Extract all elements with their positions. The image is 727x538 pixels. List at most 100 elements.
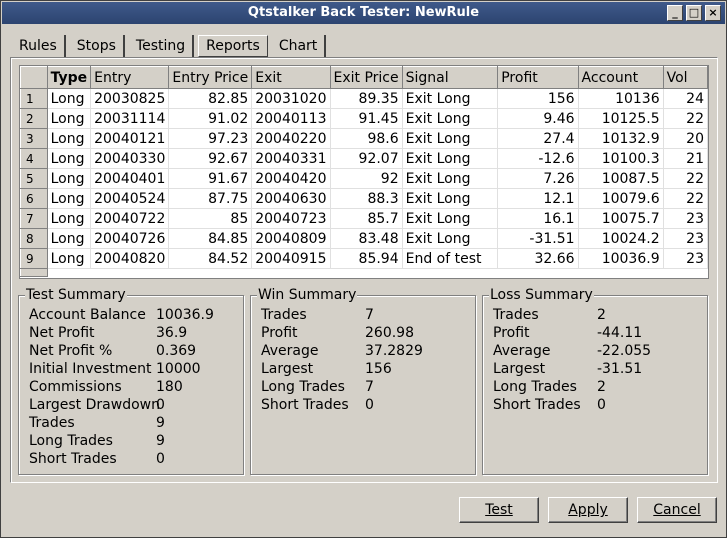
cell-profit[interactable]: 27.4 — [497, 128, 579, 149]
column-header-exit[interactable]: Exit — [251, 66, 331, 89]
cell-exit-price[interactable]: 88.3 — [330, 188, 403, 209]
cell-account[interactable]: 10132.9 — [578, 128, 664, 149]
table-row[interactable]: 4 Long 20040330 92.67 20040331 92.07 Exit Long… — [20, 148, 709, 169]
cell-exit-price[interactable]: 83.48 — [330, 228, 403, 249]
cell-vol[interactable]: 22 — [663, 108, 709, 129]
cell-signal[interactable]: Exit Long — [402, 168, 499, 189]
cell-exit-price[interactable]: 92.07 — [330, 148, 403, 169]
cell-profit[interactable]: -31.51 — [497, 228, 579, 249]
cell-profit[interactable]: -12.6 — [497, 148, 579, 169]
maximize-icon[interactable]: □ — [686, 5, 702, 21]
cell-signal[interactable]: Exit Long — [402, 108, 499, 129]
table-row[interactable]: 5 Long 20040401 91.67 20040420 92 Exit Long 7.2… — [20, 168, 709, 189]
cell-exit-price[interactable]: 92 — [330, 168, 403, 189]
table-row[interactable]: 2 Long 20031114 91.02 20040113 91.45 Exit Long… — [20, 108, 709, 129]
cell-entry-price[interactable]: 92.67 — [168, 148, 253, 169]
column-header-account[interactable]: Account — [577, 66, 664, 89]
cell-entry[interactable]: 20040330 — [90, 148, 170, 169]
table-row[interactable]: 8 Long 20040726 84.85 20040809 83.48 Exit Long… — [20, 228, 709, 249]
cell-entry-price[interactable]: 87.75 — [168, 188, 253, 209]
cell-type[interactable]: Long — [47, 248, 92, 269]
cell-exit[interactable]: 20040420 — [251, 168, 331, 189]
table-row[interactable]: 1 Long 20030825 82.85 20031020 89.35 Exit Long… — [20, 88, 709, 109]
cell-type[interactable]: Long — [47, 108, 92, 129]
cell-signal[interactable]: Exit Long — [402, 188, 499, 209]
row-header[interactable]: 2 — [20, 108, 48, 129]
cell-exit-price[interactable]: 85.7 — [330, 208, 403, 229]
cell-vol[interactable]: 23 — [663, 248, 709, 269]
cell-signal[interactable]: Exit Long — [402, 228, 499, 249]
cell-type[interactable]: Long — [47, 188, 92, 209]
cell-entry-price[interactable]: 82.85 — [168, 88, 253, 109]
cell-signal[interactable]: Exit Long — [402, 208, 499, 229]
cell-entry[interactable]: 20040401 — [90, 168, 170, 189]
cell-entry-price[interactable]: 84.85 — [168, 228, 253, 249]
cell-exit[interactable]: 20040220 — [251, 128, 331, 149]
title-bar[interactable]: Qtstalker Back Tester: NewRule _ □ × — [2, 2, 725, 24]
cell-entry-price[interactable]: 84.52 — [168, 248, 253, 269]
row-header[interactable]: 1 — [20, 88, 48, 109]
cell-vol[interactable]: 23 — [663, 228, 709, 249]
cell-profit[interactable]: 32.66 — [497, 248, 579, 269]
cell-account[interactable]: 10136 — [578, 88, 664, 109]
cell-entry[interactable]: 20040722 — [90, 208, 170, 229]
cell-account[interactable]: 10079.6 — [578, 188, 664, 209]
cell-exit[interactable]: 20040915 — [251, 248, 331, 269]
row-header[interactable]: 4 — [20, 148, 48, 169]
test-button[interactable]: Test — [459, 497, 539, 523]
cell-entry[interactable]: 20040524 — [90, 188, 170, 209]
cell-vol[interactable]: 24 — [663, 88, 709, 109]
row-header[interactable]: 8 — [20, 228, 48, 249]
cell-entry[interactable]: 20031114 — [90, 108, 170, 129]
cell-account[interactable]: 10087.5 — [578, 168, 664, 189]
table-row[interactable]: 7 Long 20040722 85 20040723 85.7 Exit Long 16.1… — [20, 208, 709, 229]
cell-type[interactable]: Long — [47, 228, 92, 249]
cell-vol[interactable]: 20 — [663, 128, 709, 149]
tab-testing[interactable]: Testing — [129, 35, 195, 58]
row-header[interactable]: 5 — [20, 168, 48, 189]
cell-exit[interactable]: 20040113 — [251, 108, 331, 129]
cell-vol[interactable]: 21 — [663, 148, 709, 169]
cell-account[interactable]: 10036.9 — [578, 248, 664, 269]
tab-chart[interactable]: Chart — [272, 35, 327, 58]
cell-account[interactable]: 10125.5 — [578, 108, 664, 129]
cell-exit[interactable]: 20040723 — [251, 208, 331, 229]
row-header[interactable]: 7 — [20, 208, 48, 229]
cell-type[interactable]: Long — [47, 208, 92, 229]
cell-vol[interactable]: 23 — [663, 208, 709, 229]
trades-table[interactable]: Type Entry Entry Price Exit Exit Price S… — [19, 65, 709, 279]
cell-profit[interactable]: 7.26 — [497, 168, 579, 189]
cell-exit-price[interactable]: 98.6 — [330, 128, 403, 149]
table-row[interactable]: 6 Long 20040524 87.75 20040630 88.3 Exit Long 1… — [20, 188, 709, 209]
cell-exit[interactable]: 20031020 — [251, 88, 331, 109]
cancel-button[interactable]: Cancel — [637, 497, 717, 523]
column-header-signal[interactable]: Signal — [401, 66, 499, 89]
cell-entry-price[interactable]: 91.02 — [168, 108, 253, 129]
tab-stops[interactable]: Stops — [70, 35, 125, 58]
cell-account[interactable]: 10024.2 — [578, 228, 664, 249]
column-header-entry-price[interactable]: Entry Price — [168, 66, 253, 89]
cell-exit-price[interactable]: 91.45 — [330, 108, 403, 129]
cell-exit-price[interactable]: 89.35 — [330, 88, 403, 109]
table-row[interactable]: 9 Long 20040820 84.52 20040915 85.94 End of te… — [20, 248, 709, 269]
cell-entry-price[interactable]: 97.23 — [168, 128, 253, 149]
cell-profit[interactable]: 9.46 — [497, 108, 579, 129]
row-header[interactable]: 3 — [20, 128, 48, 149]
cell-vol[interactable]: 22 — [663, 188, 709, 209]
close-icon[interactable]: × — [705, 5, 721, 21]
apply-button[interactable]: Apply — [548, 497, 628, 523]
cell-entry-price[interactable]: 85 — [168, 208, 253, 229]
cell-profit[interactable]: 156 — [497, 88, 579, 109]
cell-profit[interactable]: 16.1 — [497, 208, 579, 229]
cell-profit[interactable]: 12.1 — [497, 188, 579, 209]
column-header-vol[interactable]: Vol — [662, 66, 709, 89]
cell-type[interactable]: Long — [47, 128, 92, 149]
tab-rules[interactable]: Rules — [12, 35, 66, 58]
cell-account[interactable]: 10075.7 — [578, 208, 664, 229]
cell-type[interactable]: Long — [47, 148, 92, 169]
cell-entry[interactable]: 20040820 — [90, 248, 170, 269]
cell-exit[interactable]: 20040809 — [251, 228, 331, 249]
tab-reports[interactable]: Reports — [198, 35, 268, 57]
cell-type[interactable]: Long — [47, 168, 92, 189]
cell-exit[interactable]: 20040331 — [251, 148, 331, 169]
